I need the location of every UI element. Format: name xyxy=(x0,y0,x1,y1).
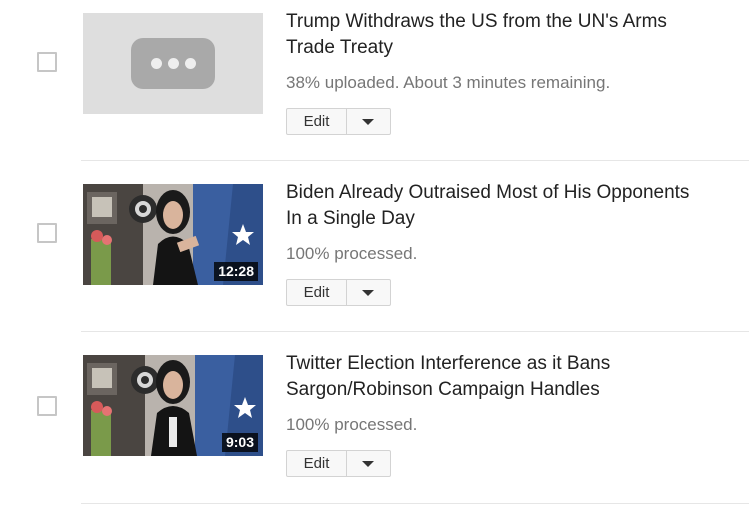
row-divider xyxy=(81,331,749,332)
processing-status: 100% processed. xyxy=(286,415,418,434)
row-divider xyxy=(81,503,749,504)
video-row: 12:28 Biden Already Outraised Most of Hi… xyxy=(0,171,749,342)
video-title[interactable]: Trump Withdraws the US from the UN's Arm… xyxy=(286,9,706,61)
caret-down-icon xyxy=(362,290,374,296)
select-checkbox[interactable] xyxy=(37,396,57,416)
caret-down-icon xyxy=(362,119,374,125)
processing-ellipsis-icon xyxy=(131,38,215,89)
video-duration: 12:28 xyxy=(214,262,258,281)
edit-button[interactable]: Edit xyxy=(287,109,347,134)
edit-dropdown-button[interactable] xyxy=(347,280,390,305)
edit-button[interactable]: Edit xyxy=(287,280,347,305)
select-checkbox[interactable] xyxy=(37,52,57,72)
video-row: Trump Withdraws the US from the UN's Arm… xyxy=(0,0,749,171)
edit-dropdown-button[interactable] xyxy=(347,109,390,134)
video-title[interactable]: Twitter Election Interference as it Bans… xyxy=(286,351,706,403)
edit-button-group: Edit xyxy=(286,279,391,306)
row-divider xyxy=(81,160,749,161)
video-row: 9:03 Twitter Election Interference as it… xyxy=(0,342,749,513)
video-thumbnail[interactable] xyxy=(83,13,263,114)
caret-down-icon xyxy=(362,461,374,467)
video-duration: 9:03 xyxy=(221,433,258,452)
edit-button[interactable]: Edit xyxy=(287,451,347,476)
edit-dropdown-button[interactable] xyxy=(347,451,390,476)
video-thumbnail[interactable]: 12:28 xyxy=(83,184,263,285)
video-thumbnail[interactable]: 9:03 xyxy=(83,355,263,456)
edit-button-group: Edit xyxy=(286,450,391,477)
edit-button-group: Edit xyxy=(286,108,391,135)
upload-status: 38% uploaded. About 3 minutes remaining. xyxy=(286,73,611,92)
select-checkbox[interactable] xyxy=(37,223,57,243)
processing-status: 100% processed. xyxy=(286,244,418,263)
video-title[interactable]: Biden Already Outraised Most of His Oppo… xyxy=(286,180,706,232)
